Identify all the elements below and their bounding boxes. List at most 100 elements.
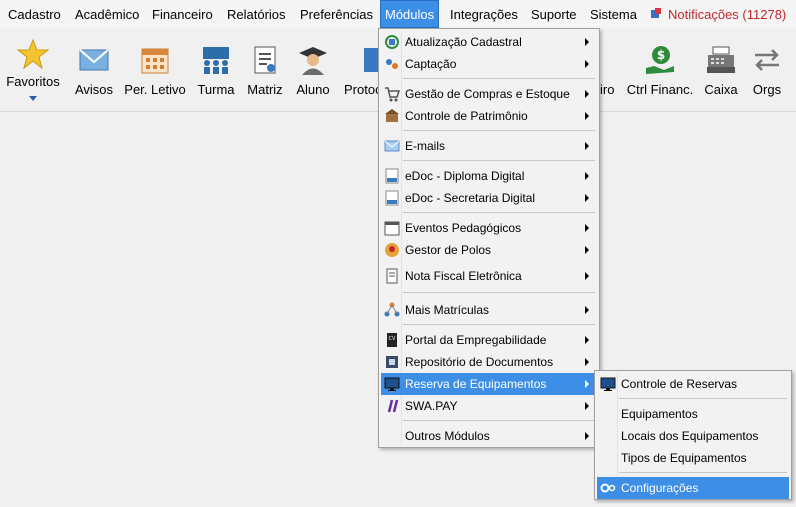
submenu-arrow-icon (585, 224, 589, 232)
favoritos-label: Favoritos (6, 74, 60, 89)
submenu-arrow-icon (585, 432, 589, 440)
menu-preferencias[interactable]: Preferências (298, 0, 375, 28)
menu-item-gestao-compras[interactable]: Gestão de Compras e Estoque (381, 83, 597, 105)
shopping-cart-icon (385, 87, 400, 102)
submenu-arrow-icon (585, 60, 589, 68)
menu-separator (403, 292, 595, 293)
envelope-icon (384, 140, 400, 152)
calendar-icon (384, 221, 400, 236)
patrimony-icon (385, 109, 399, 122)
cv-icon: CV (387, 333, 397, 347)
avisos-label: Avisos (74, 82, 114, 97)
caixa-label: Caixa (704, 82, 738, 97)
protocolo-button[interactable]: Protoc (340, 28, 382, 112)
orgs-label: Orgs (752, 82, 782, 97)
submenu-arrow-icon (585, 246, 589, 254)
periodo-letivo-button[interactable]: Per. Letivo (122, 28, 188, 112)
student-icon (299, 47, 327, 75)
financeiro-button[interactable]: iro (600, 28, 620, 112)
submenu-arrow-icon (585, 38, 589, 46)
network-icon (384, 302, 400, 317)
submenu-item-locais[interactable]: Locais dos Equipamentos (597, 425, 789, 447)
svg-text:CV: CV (389, 336, 396, 342)
menu-item-atualizacao-cadastral[interactable]: Atualização Cadastral (381, 31, 597, 53)
polos-icon (385, 243, 399, 257)
submenu-arrow-icon (585, 172, 589, 180)
menu-sistema[interactable]: Sistema (588, 0, 639, 28)
submenu-item-configuracoes[interactable]: Configurações (597, 477, 789, 499)
menu-item-eventos-pedagogicos[interactable]: Eventos Pedagógicos (381, 217, 597, 239)
swapay-icon (387, 399, 399, 413)
monitor-icon (600, 377, 616, 391)
aluno-button[interactable]: Aluno (292, 28, 334, 112)
submenu-arrow-icon (585, 380, 589, 388)
menu-item-edoc-diploma[interactable]: eDoc - Diploma Digital (381, 165, 597, 187)
menu-separator (403, 130, 595, 131)
money-hand-icon: $ (646, 46, 674, 74)
submenu-arrow-icon (585, 402, 589, 410)
cash-register-icon (707, 46, 735, 73)
submenu-item-tipos[interactable]: Tipos de Equipamentos (597, 447, 789, 469)
submenu-item-controle-reservas[interactable]: Controle de Reservas (597, 373, 789, 395)
invoice-icon (386, 268, 398, 284)
protocolo-label: Protoc (344, 82, 382, 97)
menu-item-controle-patrimonio[interactable]: Controle de Patrimônio (381, 105, 597, 127)
menu-item-edoc-secretaria[interactable]: eDoc - Secretaria Digital (381, 187, 597, 209)
aluno-label: Aluno (296, 82, 330, 97)
menu-modulos[interactable]: Módulos (380, 0, 440, 28)
avisos-button[interactable]: Avisos (72, 28, 116, 112)
menu-integracoes[interactable]: Integrações (448, 0, 520, 28)
menu-separator (403, 160, 595, 161)
menu-separator (619, 398, 787, 399)
menu-item-outros-modulos[interactable]: Outros Módulos (381, 425, 597, 447)
chevron-down-icon[interactable] (29, 96, 37, 101)
orgs-button[interactable]: Orgs (746, 28, 788, 112)
submenu-item-equipamentos[interactable]: Equipamentos (597, 403, 789, 425)
menu-separator (403, 324, 595, 325)
menu-item-mais-matriculas[interactable]: Mais Matrículas (381, 299, 597, 321)
menu-cadastro[interactable]: Cadastro (6, 0, 63, 28)
menu-item-repositorio-documentos[interactable]: Repositório de Documentos (381, 351, 597, 373)
menu-suporte[interactable]: Suporte (529, 0, 579, 28)
reserva-submenu: Controle de Reservas Equipamentos Locais… (594, 370, 792, 500)
edoc-icon (385, 168, 399, 184)
document-list-icon (254, 46, 276, 74)
menu-bar: Cadastro Acadêmico Financeiro Relatórios… (0, 0, 796, 28)
capture-icon (386, 59, 398, 69)
menu-item-portal-empregabilidade[interactable]: CV Portal da Empregabilidade (381, 329, 597, 351)
calendar-icon (141, 48, 169, 74)
menu-separator (403, 420, 595, 421)
submenu-arrow-icon (585, 142, 589, 150)
menu-separator (619, 472, 787, 473)
repository-icon (386, 356, 398, 368)
menu-separator (403, 212, 595, 213)
notifications-link[interactable]: Notificações (11278) (668, 0, 786, 28)
matriz-label: Matriz (247, 82, 283, 97)
submenu-arrow-icon (585, 90, 589, 98)
caixa-button[interactable]: Caixa (700, 28, 742, 112)
notification-icon[interactable] (650, 8, 662, 20)
menu-relatorios[interactable]: Relatórios (225, 0, 288, 28)
turma-button[interactable]: Turma (194, 28, 238, 112)
submenu-arrow-icon (585, 358, 589, 366)
menu-item-reserva-equipamentos[interactable]: Reserva de Equipamentos (381, 373, 597, 395)
envelope-icon (79, 49, 109, 71)
menu-item-emails[interactable]: E-mails (381, 135, 597, 157)
menu-item-swapay[interactable]: SWA.PAY (381, 395, 597, 417)
gears-icon (600, 483, 616, 493)
menu-item-captacao[interactable]: Captação (381, 53, 597, 75)
menu-separator (403, 78, 595, 79)
menu-item-nota-fiscal[interactable]: Nota Fiscal Eletrônica (381, 265, 597, 287)
submenu-arrow-icon (585, 306, 589, 314)
menu-academico[interactable]: Acadêmico (73, 0, 141, 28)
submenu-arrow-icon (585, 336, 589, 344)
ctrl-financ-label: Ctrl Financ. (626, 82, 694, 97)
menu-financeiro[interactable]: Financeiro (150, 0, 215, 28)
favoritos-button[interactable]: Favoritos (2, 28, 64, 112)
ctrl-financ-button[interactable]: $ Ctrl Financ. (626, 28, 694, 112)
refresh-db-icon (385, 35, 399, 49)
submenu-arrow-icon (585, 272, 589, 280)
menu-item-gestor-polos[interactable]: Gestor de Polos (381, 239, 597, 261)
matriz-button[interactable]: Matriz (244, 28, 286, 112)
edoc-icon (385, 190, 399, 206)
